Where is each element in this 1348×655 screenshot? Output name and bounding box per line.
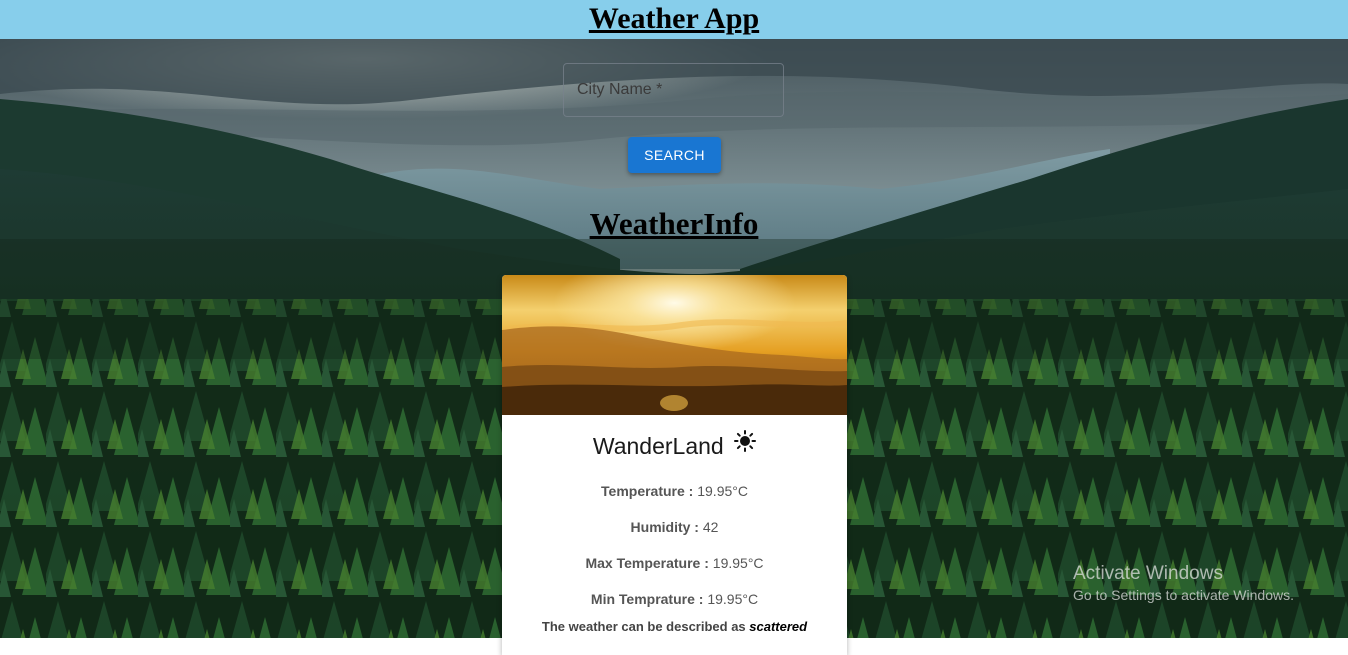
min-temperature-row: Min Temprature : 19.95°C <box>502 581 847 617</box>
app-title: Weather App <box>588 2 760 35</box>
max-temperature-row: Max Temperature : 19.95°C <box>502 545 847 581</box>
description-value: scattered <box>749 619 808 634</box>
app-header: Weather App <box>0 0 1348 39</box>
sun-icon <box>734 430 757 457</box>
weather-card: WanderLand Temperature : 19.95°C Humidit… <box>502 275 847 655</box>
weather-description: The weather can be described as scattere… <box>502 619 847 634</box>
watermark-title: Activate Windows <box>1073 563 1223 584</box>
city-title-row: WanderLand <box>502 430 847 463</box>
min-temperature-label: Min Temprature : <box>590 591 704 607</box>
watermark-subtitle: Go to Settings to activate Windows. <box>1073 587 1294 603</box>
city-name: WanderLand <box>592 433 724 459</box>
max-temperature-label: Max Temperature : <box>585 555 709 571</box>
humidity-value: 42 <box>702 519 719 535</box>
sunset-image <box>502 275 847 415</box>
search-button[interactable]: SEARCH <box>628 137 721 173</box>
description-prefix: The weather can be described as <box>541 619 746 634</box>
temperature-value: 19.95°C <box>697 483 748 499</box>
temperature-label: Temperature : <box>601 483 694 499</box>
activate-windows-watermark: Activate Windows Go to Settings to activ… <box>1073 563 1294 605</box>
humidity-row: Humidity : 42 <box>502 509 847 545</box>
min-temperature-value: 19.95°C <box>707 591 759 607</box>
temperature-row: Temperature : 19.95°C <box>502 473 847 509</box>
city-name-input[interactable] <box>564 64 783 116</box>
max-temperature-value: 19.95°C <box>712 555 764 571</box>
weather-info-heading: WeatherInfo <box>589 206 759 241</box>
humidity-label: Humidity : <box>630 519 699 535</box>
city-name-field[interactable] <box>563 63 784 117</box>
